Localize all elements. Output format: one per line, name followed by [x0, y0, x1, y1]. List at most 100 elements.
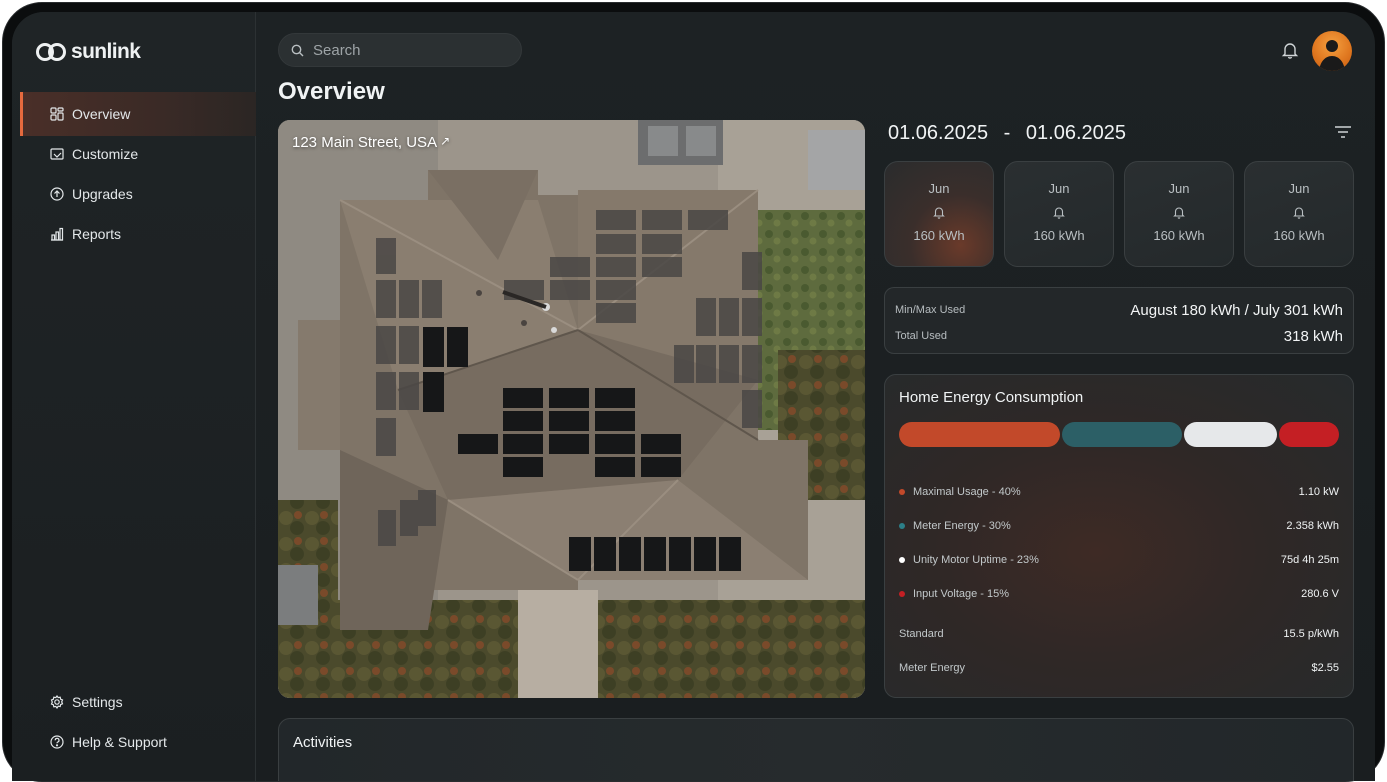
legend-dot [899, 557, 905, 563]
pricing-row: Standard 15.5 p/kWh [899, 617, 1339, 651]
legend-dot [899, 591, 905, 597]
sidebar: sunlink Overview Customize Upgrades Repo… [12, 12, 256, 781]
bell-icon [933, 207, 945, 219]
page-title: Overview [278, 78, 385, 105]
sidebar-item-label: Upgrades [72, 186, 133, 202]
pricing-info: Standard 15.5 p/kWh Meter Energy $2.55 [899, 617, 1339, 685]
bar-chart-icon [51, 227, 64, 241]
app-screen: sunlink Overview Customize Upgrades Repo… [12, 12, 1375, 781]
legend-value: 2.358 kWh [1286, 520, 1339, 532]
customize-icon [50, 148, 64, 160]
sidebar-item-help[interactable]: Help & Support [20, 720, 256, 764]
month-value: 160 kWh [913, 228, 965, 243]
total-value: 318 kWh [1283, 327, 1343, 345]
legend-item: Maximal Usage - 40% 1.10 kW [899, 475, 1339, 509]
external-link-icon: ↗ [440, 134, 451, 148]
dashboard-icon [50, 107, 64, 121]
pricing-label: Standard [899, 628, 944, 640]
avatar[interactable] [1312, 31, 1352, 71]
notification-bell-icon[interactable] [1281, 41, 1299, 59]
search-icon [291, 44, 304, 56]
pricing-row: Meter Energy $2.55 [899, 651, 1339, 685]
consumption-bar [899, 422, 1339, 447]
consumption-segment [1061, 422, 1183, 447]
help-icon [50, 735, 64, 749]
energy-title: Home Energy Consumption [899, 389, 1084, 406]
consumption-segment [1184, 422, 1277, 447]
date-range[interactable]: 01.06.2025 - 01.06.2025 [888, 122, 1126, 145]
device-frame: sunlink Overview Customize Upgrades Repo… [2, 2, 1385, 782]
consumption-segment [899, 422, 1060, 447]
energy-consumption-card: Home Energy Consumption Maximal Usage - … [884, 374, 1354, 698]
pricing-value: 15.5 p/kWh [1283, 628, 1339, 640]
month-label: Jun [1048, 181, 1070, 196]
activities-panel: Activities [278, 718, 1354, 781]
date-end: 01.06.2025 [1025, 122, 1127, 144]
consumption-segment [1278, 422, 1339, 447]
pricing-value: $2.55 [1311, 662, 1339, 674]
sidebar-item-settings[interactable]: Settings [20, 680, 256, 724]
total-row: Total Used 318 kWh [895, 323, 1343, 349]
pricing-label: Meter Energy [899, 662, 966, 674]
activities-title: Activities [293, 734, 353, 751]
total-label: Total Used [895, 330, 947, 342]
legend-label: Input Voltage - 15% [913, 588, 1010, 600]
user-silhouette-icon [1319, 40, 1345, 71]
month-value: 160 kWh [1033, 228, 1085, 243]
month-value: 160 kWh [1273, 228, 1325, 243]
sidebar-item-label: Settings [72, 694, 123, 710]
sidebar-item-reports[interactable]: Reports [20, 212, 256, 256]
legend-item: Input Voltage - 15% 280.6 V [899, 577, 1339, 611]
month-label: Jun [928, 181, 950, 196]
legend-dot [899, 489, 905, 495]
sidebar-item-upgrades[interactable]: Upgrades [20, 172, 256, 216]
month-label: Jun [1168, 181, 1190, 196]
usage-stats-card: Min/Max Used August 180 kWh / July 301 k… [884, 287, 1354, 354]
bottom-nav: Settings Help & Support [20, 680, 256, 760]
sunlink-logo-icon [36, 43, 66, 61]
upgrade-icon [50, 187, 64, 201]
property-address: 123 Main Street, USA [292, 134, 438, 151]
legend-label: Unity Motor Uptime - 23% [913, 554, 1039, 566]
search-bar[interactable] [278, 33, 522, 67]
month-card[interactable]: Jun 160 kWh [1004, 161, 1114, 267]
consumption-legend: Maximal Usage - 40% 1.10 kW Meter Energy… [899, 475, 1339, 685]
sidebar-item-label: Reports [72, 226, 122, 242]
legend-value: 1.10 kW [1298, 486, 1339, 498]
min-max-row: Min/Max Used August 180 kWh / July 301 k… [895, 297, 1343, 323]
sidebar-item-label: Overview [72, 106, 131, 122]
sidebar-item-overview[interactable]: Overview [20, 92, 256, 136]
sidebar-item-customize[interactable]: Customize [20, 132, 256, 176]
legend-value: 280.6 V [1301, 588, 1339, 600]
month-label: Jun [1288, 181, 1310, 196]
month-cards: Jun 160 kWh Jun 160 kWh Jun 160 kWh Jun … [884, 161, 1354, 267]
bell-icon [1173, 207, 1185, 219]
min-max-value: August 180 kWh / July 301 kWh [1130, 301, 1343, 319]
filter-icon[interactable] [1334, 125, 1352, 139]
date-start: 01.06.2025 [888, 122, 989, 144]
month-value: 160 kWh [1153, 228, 1205, 243]
legend-label: Meter Energy - 30% [913, 520, 1011, 532]
rooftop-image [278, 120, 865, 698]
legend-value: 75d 4h 25m [1280, 554, 1339, 566]
legend-label: Maximal Usage - 40% [913, 486, 1021, 498]
date-separator: - [1003, 122, 1011, 144]
month-card[interactable]: Jun 160 kWh [884, 161, 994, 267]
sidebar-item-label: Help & Support [72, 734, 167, 750]
legend-item: Unity Motor Uptime - 23% 75d 4h 25m [899, 543, 1339, 577]
property-address-link[interactable]: 123 Main Street, USA ↗ [292, 134, 450, 151]
search-input[interactable] [313, 41, 503, 59]
month-card[interactable]: Jun 160 kWh [1124, 161, 1234, 267]
sidebar-item-label: Customize [72, 146, 139, 162]
main-content: Overview 123 Main Street, USA ↗ [256, 12, 1375, 781]
legend-dot [899, 523, 905, 529]
logo[interactable]: sunlink [35, 40, 141, 64]
main-nav: Overview Customize Upgrades Reports [20, 92, 256, 252]
min-max-label: Min/Max Used [895, 304, 966, 316]
legend-item: Meter Energy - 30% 2.358 kWh [899, 509, 1339, 543]
property-aerial-map[interactable]: 123 Main Street, USA ↗ [278, 120, 865, 698]
bell-icon [1053, 207, 1065, 219]
brand-name: sunlink [71, 40, 141, 63]
bell-icon [1293, 207, 1305, 219]
month-card[interactable]: Jun 160 kWh [1244, 161, 1354, 267]
